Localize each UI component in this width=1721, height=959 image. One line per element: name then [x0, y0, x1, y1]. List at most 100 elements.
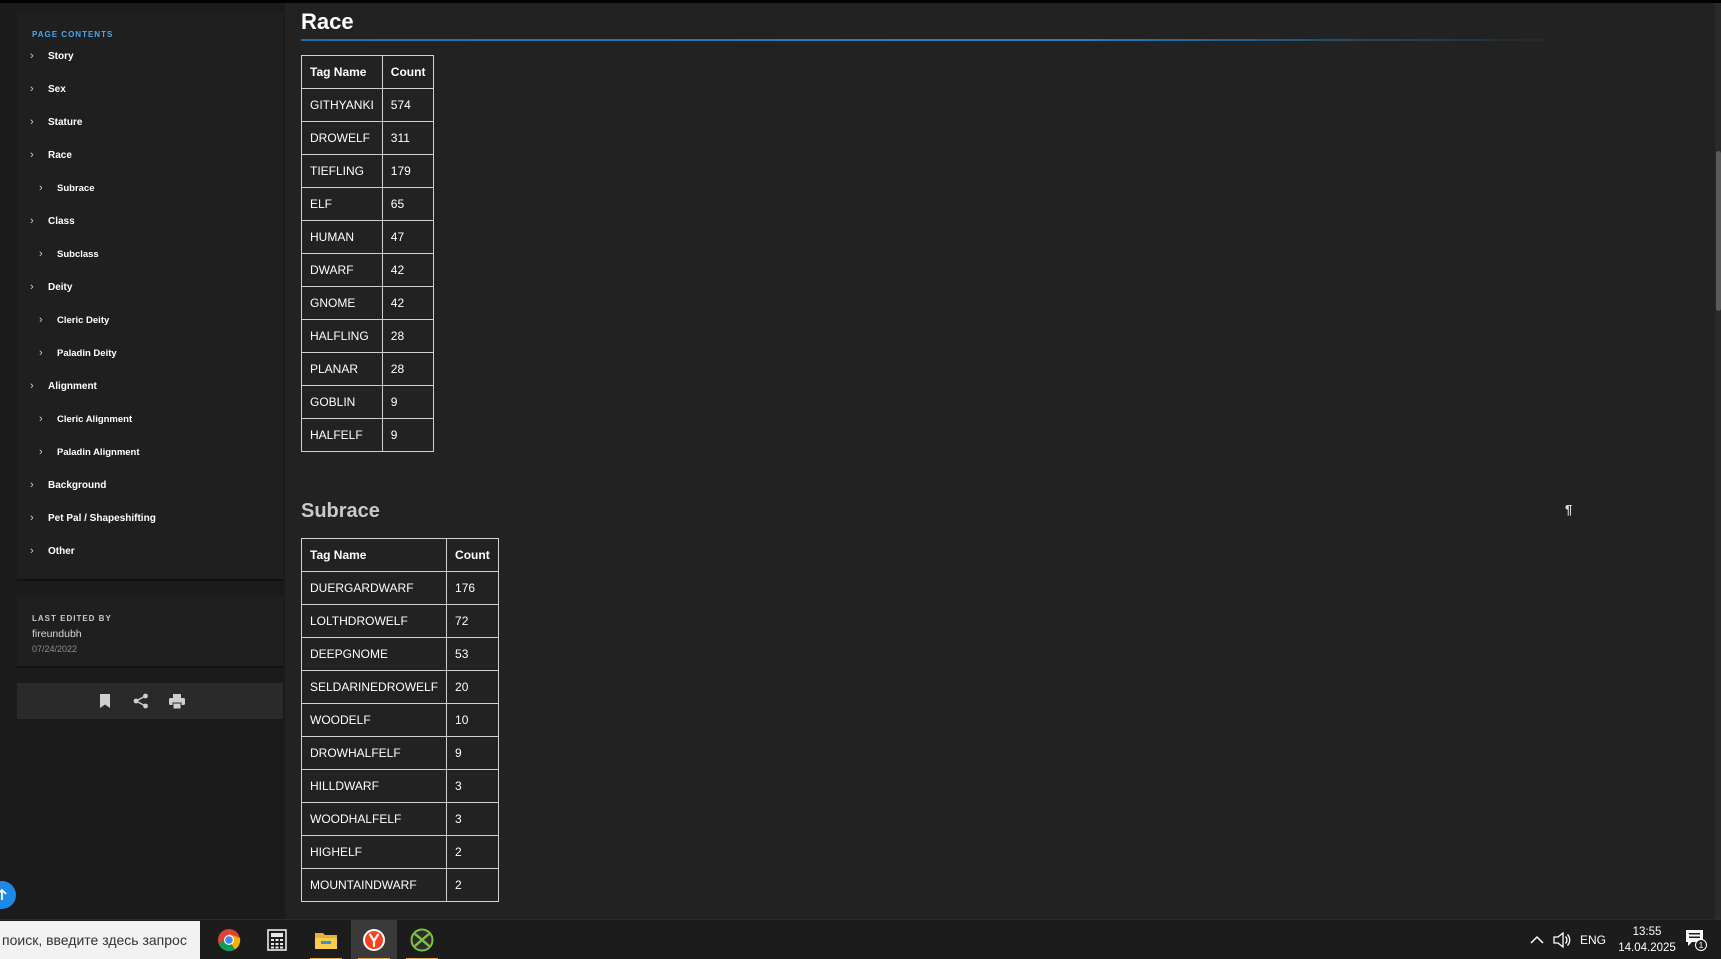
- count-cell: 9: [381, 418, 435, 452]
- tag-name-cell: TIEFLING: [301, 154, 383, 188]
- table-row: DEEPGNOME 53: [300, 637, 499, 671]
- chevron-right-icon: ›: [30, 380, 34, 392]
- tag-name-cell: GNOME: [301, 286, 383, 320]
- table-row: DROWHALFELF 9: [300, 736, 499, 770]
- toc-item-label: Other: [48, 545, 75, 557]
- count-cell: 2: [446, 835, 499, 869]
- last-edited-panel: LAST EDITED BY fireundubh 07/24/2022: [17, 596, 283, 668]
- bookmark-icon[interactable]: [96, 692, 114, 710]
- toc-item-label: Story: [48, 50, 74, 62]
- tag-name-cell: DEEPGNOME: [300, 637, 448, 671]
- page-actions-bar: [17, 683, 283, 719]
- column-header-count: Count: [446, 538, 499, 572]
- chevron-right-icon: ›: [30, 215, 34, 227]
- table-row: WOODELF 10: [300, 703, 499, 737]
- chevron-right-icon: ›: [30, 512, 34, 524]
- file-explorer-taskbar-button[interactable]: [303, 920, 349, 959]
- chevron-right-icon: ›: [30, 479, 34, 491]
- chrome-taskbar-button[interactable]: [206, 920, 252, 959]
- share-icon[interactable]: [132, 692, 150, 710]
- count-cell: 176: [446, 571, 499, 605]
- input-language-indicator[interactable]: ENG: [1580, 920, 1606, 959]
- last-edited-user[interactable]: fireundubh: [32, 628, 82, 640]
- toc-item[interactable]: › Other: [30, 541, 75, 561]
- table-row: WOODHALFELF 3: [300, 802, 499, 836]
- calculator-icon: [267, 929, 287, 951]
- count-cell: 311: [381, 121, 435, 155]
- table-header-row: Tag Name Count: [301, 55, 435, 89]
- toc-item-label: Alignment: [48, 380, 97, 392]
- yandex-browser-taskbar-button[interactable]: [351, 920, 397, 959]
- chevron-right-icon: ›: [39, 314, 43, 326]
- count-cell: 574: [381, 88, 435, 122]
- count-cell: 28: [381, 319, 435, 353]
- chevron-right-icon: ›: [39, 248, 43, 260]
- table-row: LOLTHDROWELF 72: [300, 604, 499, 638]
- toc-item[interactable]: › Background: [30, 475, 106, 495]
- taskbar-search-input[interactable]: поиск, введите здесь запрос: [0, 921, 200, 959]
- toc-item-label: Race: [48, 149, 72, 161]
- tag-name-cell: WOODELF: [300, 703, 448, 737]
- chevron-right-icon: ›: [39, 446, 43, 458]
- toc-item[interactable]: › Subrace: [39, 178, 95, 198]
- toc-item[interactable]: › Alignment: [30, 376, 97, 396]
- toc-item-label: Subclass: [57, 248, 99, 260]
- table-row: GOBLIN 9: [301, 385, 435, 419]
- toc-item[interactable]: › Paladin Alignment: [39, 442, 140, 462]
- section-anchor-link[interactable]: ¶: [1565, 502, 1572, 517]
- count-cell: 20: [446, 670, 499, 704]
- count-cell: 9: [381, 385, 435, 419]
- toc-item[interactable]: › Sex: [30, 79, 66, 99]
- table-row: HALFELF 9: [301, 418, 435, 452]
- toc-item[interactable]: › Story: [30, 46, 74, 66]
- scroll-to-top-button[interactable]: [0, 881, 16, 909]
- count-cell: 53: [446, 637, 499, 671]
- toc-item[interactable]: › Cleric Deity: [39, 310, 109, 330]
- tag-name-cell: SELDARINEDROWELF: [300, 670, 448, 704]
- table-row: ELF 65: [301, 187, 435, 221]
- scrollbar-thumb[interactable]: [1716, 151, 1721, 311]
- taskbar-clock[interactable]: 13:55 14.04.2025: [1612, 924, 1682, 956]
- toc-item[interactable]: › Paladin Deity: [39, 343, 117, 363]
- show-hidden-icons-button[interactable]: [1530, 920, 1544, 959]
- tag-name-cell: LOLTHDROWELF: [300, 604, 448, 638]
- heading-divider: [301, 39, 1571, 41]
- toc-item[interactable]: › Stature: [30, 112, 82, 132]
- count-cell: 9: [446, 736, 499, 770]
- toc-item[interactable]: › Pet Pal / Shapeshifting: [30, 508, 156, 528]
- page-scrollbar[interactable]: [1715, 3, 1721, 919]
- count-cell: 3: [446, 769, 499, 803]
- toc-item[interactable]: › Deity: [30, 277, 72, 297]
- subrace-table: Tag Name Count DUERGARDWARF 176 LOLTHDROWEL…: [300, 538, 499, 902]
- calculator-taskbar-button[interactable]: [254, 920, 300, 959]
- tag-name-cell: DROWHALFELF: [300, 736, 448, 770]
- toc-item[interactable]: › Race: [30, 145, 72, 165]
- count-cell: 72: [446, 604, 499, 638]
- notification-count: 1: [1699, 940, 1704, 950]
- column-header-tag-name: Tag Name: [300, 538, 448, 572]
- yandex-browser-icon: [363, 929, 385, 951]
- count-cell: 42: [381, 286, 435, 320]
- count-cell: 28: [381, 352, 435, 386]
- tag-name-cell: DROWELF: [301, 121, 383, 155]
- toc-item[interactable]: › Class: [30, 211, 75, 231]
- count-cell: 179: [381, 154, 435, 188]
- toc-item[interactable]: › Subclass: [39, 244, 99, 264]
- tag-name-cell: MOUNTAINDWARF: [300, 868, 448, 902]
- count-cell: 47: [381, 220, 435, 254]
- toc-item-label: Background: [48, 479, 107, 491]
- print-icon[interactable]: [168, 692, 186, 710]
- xbox-taskbar-button[interactable]: [399, 920, 445, 959]
- tag-name-cell: DUERGARDWARF: [300, 571, 448, 605]
- volume-button[interactable]: [1553, 920, 1571, 959]
- toc-item-label: Cleric Deity: [57, 314, 110, 326]
- toc-item[interactable]: › Cleric Alignment: [39, 409, 132, 429]
- count-cell: 10: [446, 703, 499, 737]
- tag-name-cell: GITHYANKI: [301, 88, 383, 122]
- table-row: GNOME 42: [301, 286, 435, 320]
- count-cell: 3: [446, 802, 499, 836]
- chevron-up-icon: [1530, 935, 1544, 944]
- tag-name-cell: HILLDWARF: [300, 769, 448, 803]
- table-row: DROWELF 311: [301, 121, 435, 155]
- action-center-button[interactable]: 1: [1685, 929, 1707, 956]
